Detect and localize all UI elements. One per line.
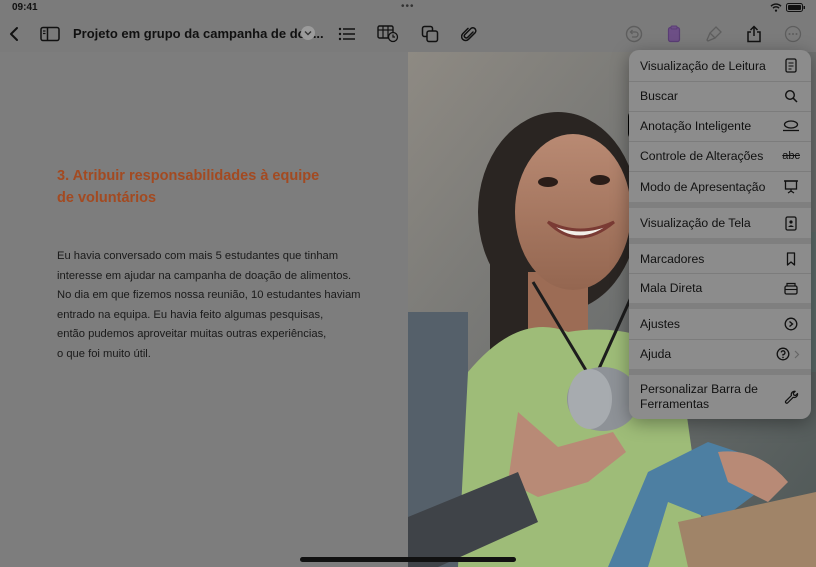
multitasking-dots[interactable]: ••• — [401, 1, 415, 12]
body-line: o que foi muito útil. — [57, 347, 151, 360]
chevron-right-icon — [794, 350, 800, 358]
home-indicator[interactable] — [300, 557, 516, 562]
more-icon[interactable] — [781, 22, 805, 46]
menu-item-label: Mala Direta — [640, 281, 703, 295]
battery-icon — [786, 3, 805, 12]
menu-item-label-line: Ferramentas — [640, 397, 710, 411]
chevron-down-icon[interactable] — [301, 26, 315, 40]
brush-icon[interactable] — [702, 22, 726, 46]
share-icon[interactable] — [742, 22, 766, 46]
presentation-icon — [782, 178, 800, 196]
copy-icon[interactable] — [418, 22, 442, 46]
menu-item-bookmarks[interactable]: Marcadores — [629, 244, 811, 273]
toolbar: Projeto em grupo da campanha de doa... — [0, 16, 816, 52]
menu-item-customize-toolbar[interactable]: Personalizar Barra de Ferramentas — [629, 375, 811, 419]
menu-item-label: Ajuda — [640, 347, 672, 361]
menu-item-mail-merge[interactable]: Mala Direta — [629, 273, 811, 303]
clipboard-icon[interactable] — [662, 22, 686, 46]
menu-item-settings[interactable]: Ajustes — [629, 309, 811, 339]
paperclip-icon[interactable] — [457, 22, 481, 46]
body-line: interesse em ajudar na campanha de doaçã… — [57, 269, 352, 282]
table-icon[interactable] — [376, 22, 400, 46]
body-line: entrado na equipa. Eu havia feito alguma… — [57, 308, 324, 321]
bookmark-icon — [782, 250, 800, 268]
mail-merge-icon — [782, 279, 800, 297]
menu-item-label: Controle de Alterações — [640, 149, 764, 163]
sidebar-icon[interactable] — [38, 22, 62, 46]
wifi-icon — [770, 3, 782, 12]
menu-item-label: Buscar — [640, 89, 678, 103]
menu-item-presentation-mode[interactable]: Modo de Apresentação — [629, 171, 811, 202]
menu-item-label: Visualização de Tela — [640, 216, 751, 230]
menu-item-track-changes[interactable]: Controle de Alterações abc — [629, 141, 811, 171]
more-options-menu: Visualização de Leitura Buscar Anotação … — [629, 50, 811, 419]
menu-item-label: Anotação Inteligente — [640, 119, 752, 133]
undo-icon[interactable] — [622, 22, 646, 46]
reader-icon — [782, 57, 800, 75]
menu-item-label: Marcadores — [640, 251, 705, 266]
wrench-icon — [782, 388, 800, 406]
list-icon[interactable] — [335, 22, 359, 46]
body-line: Eu havia conversado com mais 5 estudante… — [57, 250, 339, 262]
status-bar: 09:41 ••• — [0, 0, 816, 16]
help-icon — [776, 345, 800, 363]
menu-item-label: Personalizar Barra de Ferramentas — [640, 382, 758, 412]
menu-item-reading-view[interactable]: Visualização de Leitura — [629, 50, 811, 81]
document-title[interactable]: Projeto em grupo da campanha de doa... — [73, 26, 324, 41]
screen-view-icon — [782, 214, 800, 232]
heading-line: de voluntários — [57, 190, 157, 206]
menu-item-help[interactable]: Ajuda — [629, 339, 811, 369]
body-paragraph[interactable]: Eu havia conversado com mais 5 estudante… — [57, 247, 367, 365]
menu-item-smart-annotation[interactable]: Anotação Inteligente — [629, 111, 811, 141]
settings-icon — [782, 315, 800, 333]
status-indicators — [770, 3, 806, 12]
menu-item-label: Modo de Apresentação — [640, 179, 766, 194]
menu-item-label-line: Personalizar Barra de — [640, 382, 758, 396]
back-icon[interactable] — [2, 22, 26, 46]
heading-line: 3. Atribuir responsabilidades à equipe — [57, 168, 320, 184]
menu-item-label: Visualização de Leitura — [640, 58, 766, 73]
menu-item-label: Ajustes — [640, 317, 680, 331]
document-page[interactable]: 3. Atribuir responsabilidades à equipe d… — [0, 52, 408, 567]
search-icon — [782, 87, 800, 105]
smart-annotation-icon — [782, 117, 800, 135]
menu-item-search[interactable]: Buscar — [629, 81, 811, 111]
body-line: No dia em que fizemos nossa reunião, 10 … — [57, 289, 361, 302]
menu-item-screen-view[interactable]: Visualização de Tela — [629, 208, 811, 238]
body-line: então pudemos aproveitar muitas outras e… — [57, 328, 327, 341]
track-changes-icon: abc — [782, 150, 800, 162]
status-time: 09:41 — [12, 2, 38, 13]
section-heading[interactable]: 3. Atribuir responsabilidades à equipe d… — [57, 165, 357, 209]
